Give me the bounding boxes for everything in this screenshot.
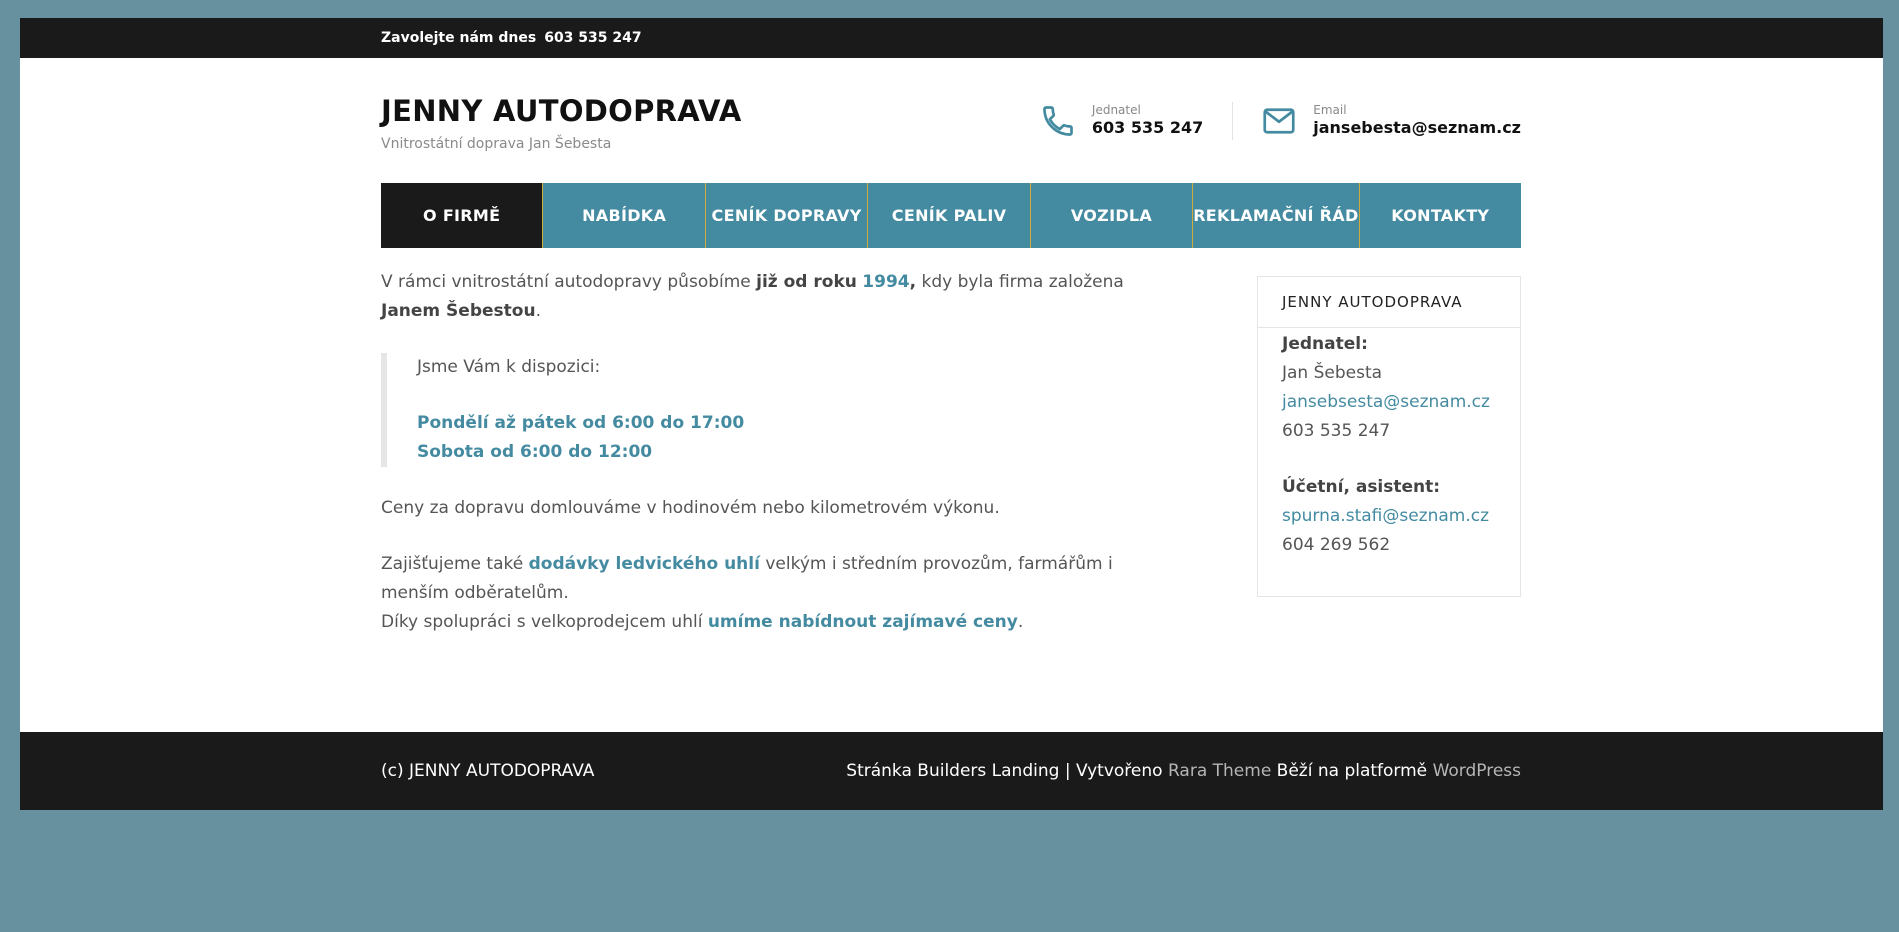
site-footer: (c) JENNY AUTODOPRAVA Stránka Builders L… [20, 732, 1883, 810]
phone-icon [1043, 106, 1073, 136]
header-contact-phone: Jednatel 603 535 247 [1040, 103, 1203, 139]
assistant-label: Účetní, asistent: [1282, 477, 1441, 497]
weekday-hours: Pondělí až pátek od 6:00 do 17:00 [417, 413, 745, 433]
nav-item-kontakty[interactable]: KONTAKTY [1358, 183, 1521, 248]
main-nav: O FIRMĚ NABÍDKA CENÍK DOPRAVY CENÍK PALI… [381, 183, 1521, 248]
assistant-phone: 604 269 562 [1282, 535, 1391, 555]
top-phone[interactable]: 603 535 247 [544, 30, 641, 46]
theme-link[interactable]: Rara Theme [1168, 761, 1271, 781]
coal-text: Zajišťujeme také [381, 554, 529, 574]
top-bar: Zavolejte nám dnes 603 535 247 [20, 18, 1883, 58]
availability-text: Jsme Vám k dispozici: [417, 357, 601, 377]
content-area: V rámci vnitrostátní autodopravy působím… [381, 248, 1521, 733]
manager-label: Jednatel: [1282, 334, 1368, 354]
prices-paragraph: Ceny za dopravu domlouváme v hodinovém n… [381, 498, 1000, 518]
wordpress-link[interactable]: WordPress [1433, 761, 1521, 781]
nav-item-reklamacni-rad[interactable]: REKLAMAČNÍ ŘÁD [1192, 183, 1359, 248]
header-contact-value[interactable]: 603 535 247 [1092, 117, 1203, 139]
intro-text: kdy byla firma založena [916, 272, 1124, 292]
credit-text: Stránka Builders Landing | Vytvořeno [846, 761, 1168, 781]
site-header: JENNY AUTODOPRAVA Vnitrostátní doprava J… [381, 58, 1521, 183]
nav-item-o-firme[interactable]: O FIRMĚ [381, 183, 543, 248]
nav-item-cenik-paliv[interactable]: CENÍK PALIV [867, 183, 1030, 248]
call-label: Zavolejte nám dnes [381, 30, 537, 46]
main-content: V rámci vnitrostátní autodopravy působím… [381, 268, 1171, 664]
hours-blockquote: Jsme Vám k dispozici: Pondělí až pátek o… [381, 353, 1171, 467]
header-contact-value[interactable]: jansebesta@seznam.cz [1313, 117, 1521, 139]
manager-name: Jan Šebesta [1282, 363, 1383, 383]
footer-credits: Stránka Builders Landing | Vytvořeno Rar… [846, 761, 1521, 781]
coal-end: . [1017, 612, 1024, 632]
header-contact-email: Email jansebesta@seznam.cz [1261, 103, 1521, 139]
sidebar-widget: JENNY AUTODOPRAVA Jednatel: Jan Šebesta … [1257, 276, 1521, 597]
header-divider [1232, 102, 1234, 140]
credit-text: Běží na platformě [1271, 761, 1433, 781]
header-contact-label: Email [1313, 103, 1347, 117]
coal-paragraph: Zajišťujeme také dodávky ledvického uhlí… [381, 550, 1171, 637]
coal-text: Díky spolupráci s velkoprodejcem uhlí [381, 612, 708, 632]
coal-delivery-highlight: dodávky ledvického uhlí [528, 554, 760, 574]
widget-body: Jednatel: Jan Šebesta jansebsesta@seznam… [1258, 328, 1520, 596]
nav-item-cenik-dopravy[interactable]: CENÍK DOPRAVY [704, 183, 868, 248]
header-contacts: Jednatel 603 535 247 Email jansebesta@se… [1040, 102, 1521, 140]
assistant-email-link[interactable]: spurna.stafi@seznam.cz [1282, 502, 1496, 531]
intro-year: 1994 [862, 272, 910, 292]
envelope-icon [1263, 108, 1295, 134]
coal-price-highlight: umíme nabídnout zajímavé ceny [707, 612, 1018, 632]
copyright: (c) JENNY AUTODOPRAVA [381, 761, 595, 781]
widget-title: JENNY AUTODOPRAVA [1258, 277, 1520, 328]
manager-email-link[interactable]: jansebsesta@seznam.cz [1282, 388, 1496, 417]
nav-item-vozidla[interactable]: VOZIDLA [1029, 183, 1193, 248]
page: Zavolejte nám dnes 603 535 247 JENNY AUT… [20, 18, 1883, 810]
intro-text: V rámci vnitrostátní autodopravy působím… [381, 272, 757, 292]
intro-paragraph: V rámci vnitrostátní autodopravy působím… [381, 268, 1171, 326]
manager-phone: 603 535 247 [1282, 421, 1391, 441]
site-tagline: Vnitrostátní doprava Jan Šebesta [381, 136, 612, 152]
site-title[interactable]: JENNY AUTODOPRAVA [381, 94, 742, 128]
saturday-hours: Sobota od 6:00 do 12:00 [417, 442, 653, 462]
header-contact-label: Jednatel [1091, 103, 1141, 117]
intro-end: . [535, 301, 541, 321]
founder-name: Janem Šebestou [381, 301, 536, 321]
intro-bold: již od roku [756, 272, 857, 292]
nav-item-nabidka[interactable]: NABÍDKA [542, 183, 705, 248]
